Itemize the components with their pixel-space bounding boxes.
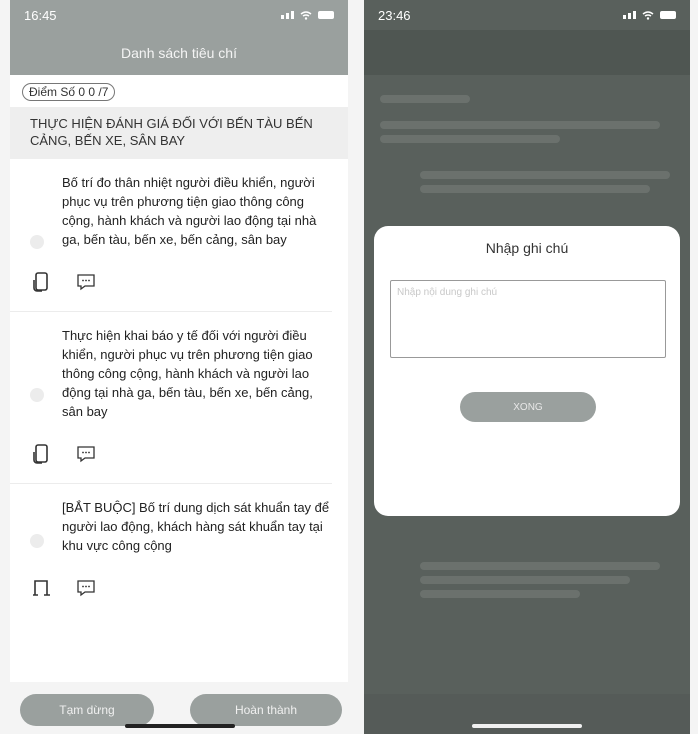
criteria-actions [10, 249, 332, 293]
dimmed-bottom-bar [364, 694, 690, 734]
finish-button[interactable]: Hoàn thành [190, 694, 342, 726]
status-icons [623, 10, 676, 20]
dimmed-content [364, 75, 690, 213]
signal-icon [281, 11, 294, 19]
criteria-item: Bố trí đo thân nhiệt người điều khiển, n… [10, 159, 348, 312]
score-badge: Điểm Số 0 0 /7 [22, 83, 116, 101]
criteria-radio[interactable] [30, 388, 44, 402]
dimmed-lower-content [420, 556, 660, 604]
comment-icon[interactable] [76, 579, 96, 597]
criteria-text: [BẮT BUỘC] Bố trí dung dịch sát khuẩn ta… [62, 500, 330, 553]
criteria-radio[interactable] [30, 235, 44, 249]
camera-upload-icon[interactable] [32, 443, 52, 465]
dimmed-line [380, 135, 560, 143]
comment-icon[interactable] [76, 273, 96, 291]
home-indicator [472, 724, 582, 728]
done-button[interactable]: XONG [460, 392, 596, 422]
camera-upload-icon[interactable] [32, 271, 52, 293]
status-time: 16:45 [24, 7, 57, 23]
criteria-text: Thực hiện khai báo y tế đối với người đi… [62, 328, 313, 419]
page-title: Danh sách tiêu chí [121, 44, 237, 61]
right-phone-screen: 23:46 Nhập ghi chú Nhập nội dung ghi chú… [364, 0, 690, 734]
criteria-item: [BẮT BUỘC] Bố trí dung dịch sát khuẩn ta… [10, 484, 348, 599]
dimmed-line [420, 171, 670, 179]
criteria-actions [10, 555, 332, 599]
note-input[interactable]: Nhập nội dung ghi chú [390, 280, 666, 358]
bottom-bar: Tạm dừng Hoàn thành [10, 682, 348, 734]
note-dialog: Nhập ghi chú Nhập nội dung ghi chú XONG [374, 226, 680, 516]
status-icons [281, 10, 334, 20]
dimmed-header [364, 30, 690, 75]
section-title: THỰC HIỆN ĐÁNH GIÁ ĐỐI VỚI BẾN TÀU BẾN C… [10, 107, 348, 159]
criteria-actions [10, 421, 332, 465]
criteria-text: Bố trí đo thân nhiệt người điều khiển, n… [62, 175, 317, 247]
status-bar: 16:45 [10, 0, 348, 30]
dialog-title: Nhập ghi chú [485, 240, 569, 256]
dimmed-line [420, 562, 660, 570]
criteria-radio[interactable] [30, 534, 44, 548]
status-bar: 23:46 [364, 0, 690, 30]
dimmed-line [420, 185, 650, 193]
dimmed-line [380, 95, 470, 103]
left-phone-screen: 16:45 Danh sách tiêu chí Điểm Số 0 0 /7 … [10, 0, 348, 734]
comment-icon[interactable] [76, 445, 96, 463]
app-header: 16:45 Danh sách tiêu chí [10, 0, 348, 75]
camera-upload-icon[interactable] [32, 577, 52, 599]
home-indicator [125, 724, 235, 728]
dimmed-line [420, 576, 630, 584]
dimmed-line [420, 590, 580, 598]
signal-icon [623, 11, 636, 19]
status-time: 23:46 [378, 7, 411, 23]
pause-button[interactable]: Tạm dừng [20, 694, 154, 726]
criteria-item: Thực hiện khai báo y tế đối với người đi… [10, 312, 348, 484]
wifi-icon [642, 10, 654, 20]
dimmed-line [380, 121, 660, 129]
battery-icon [318, 11, 334, 19]
wifi-icon [300, 10, 312, 20]
battery-icon [660, 11, 676, 19]
